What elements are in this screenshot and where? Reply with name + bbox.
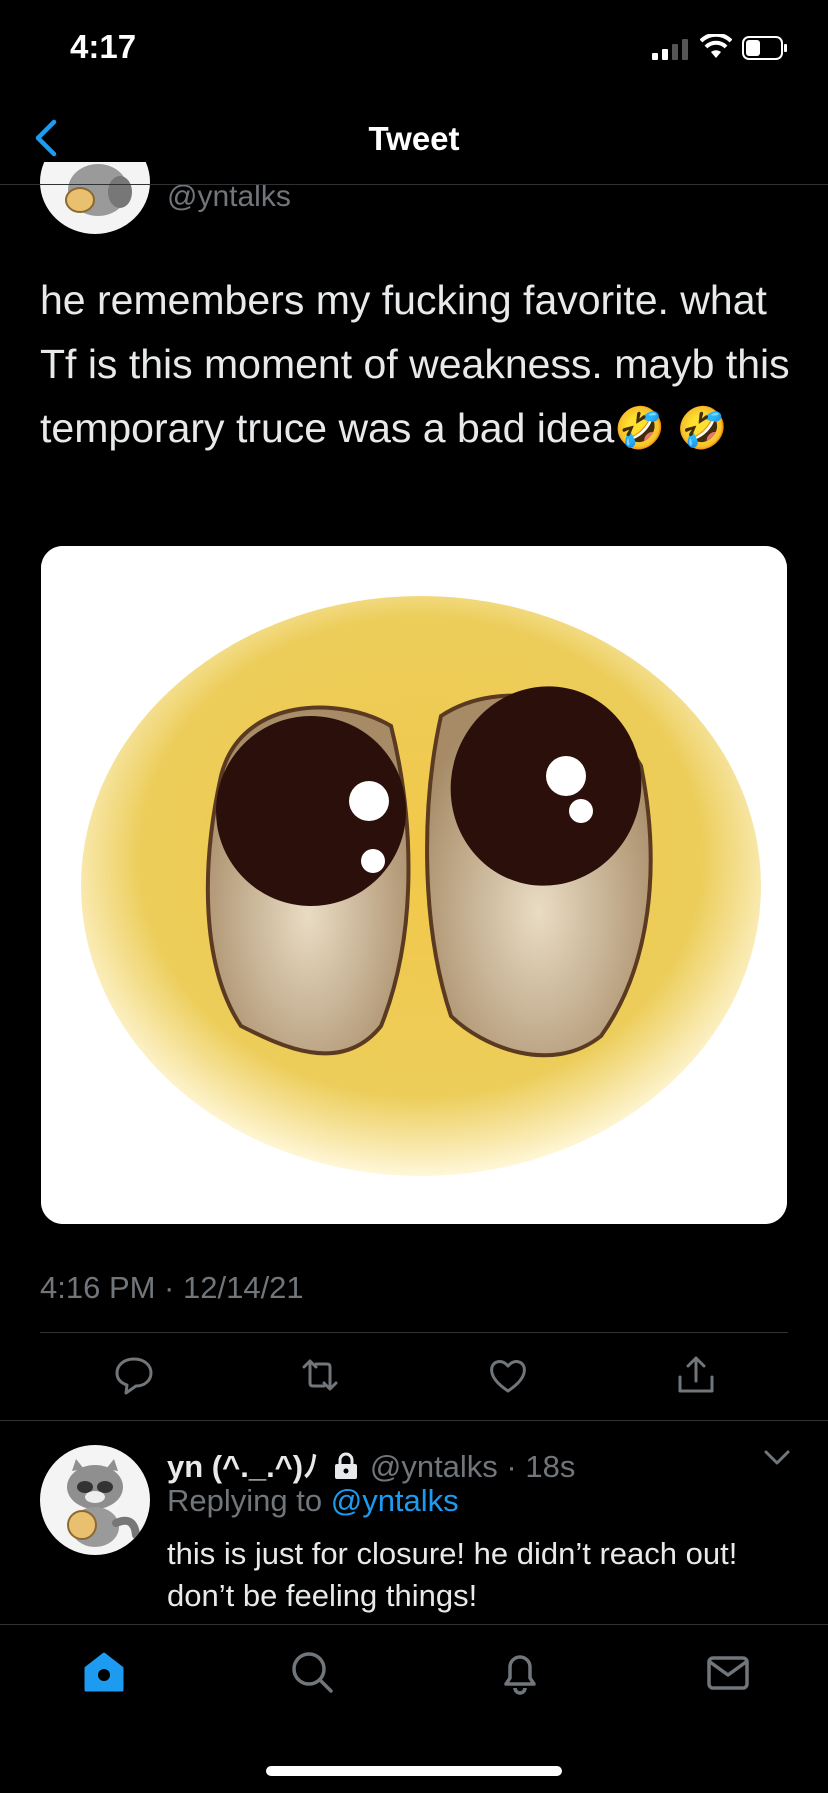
retweet-icon[interactable] xyxy=(298,1353,342,1397)
reply-author-avatar[interactable] xyxy=(40,1445,150,1555)
notifications-icon[interactable] xyxy=(496,1648,544,1696)
reply-text: this is just for closure! he didn’t reac… xyxy=(167,1536,738,1613)
status-time-overlay: 4:17 xyxy=(70,28,137,65)
cellular-signal-icon xyxy=(652,39,688,60)
tweet-media-image[interactable] xyxy=(41,546,787,1224)
pleading-emoji-eyes-image xyxy=(41,546,787,1224)
nav-title: Tweet xyxy=(368,120,460,157)
battery-icon xyxy=(742,36,787,60)
tweet-text: he remembers my fucking favorite. what T… xyxy=(40,277,790,451)
reply-icon[interactable] xyxy=(112,1353,156,1397)
replying-to-handle-link[interactable]: @yntalks xyxy=(331,1483,459,1518)
messages-icon[interactable] xyxy=(704,1648,752,1696)
tweet-timestamp: 4:16 PM · 12/14/21 xyxy=(40,1270,304,1305)
author-handle[interactable]: @yntalks xyxy=(167,180,291,214)
nav-divider xyxy=(0,184,828,185)
replying-to: Replying to @yntalks xyxy=(167,1483,459,1519)
divider xyxy=(40,1332,788,1333)
search-icon[interactable] xyxy=(288,1648,336,1696)
chevron-down-icon[interactable] xyxy=(762,1448,792,1468)
wifi-icon xyxy=(700,34,732,58)
like-icon[interactable] xyxy=(486,1353,530,1397)
divider xyxy=(0,1420,828,1421)
home-icon[interactable] xyxy=(80,1648,128,1696)
replying-to-label: Replying to xyxy=(167,1483,323,1518)
reply-author-name[interactable]: yn (^._.^)ﾉ xyxy=(167,1449,319,1484)
share-icon[interactable] xyxy=(674,1353,718,1397)
reply-handle-time: @yntalks · 18s xyxy=(369,1449,576,1484)
lock-icon xyxy=(335,1452,358,1479)
home-indicator[interactable] xyxy=(266,1766,562,1776)
reply-header: yn (^._.^)ﾉ @yntalks · 18s xyxy=(167,1441,575,1486)
raccoon-avatar-image xyxy=(67,1459,140,1547)
